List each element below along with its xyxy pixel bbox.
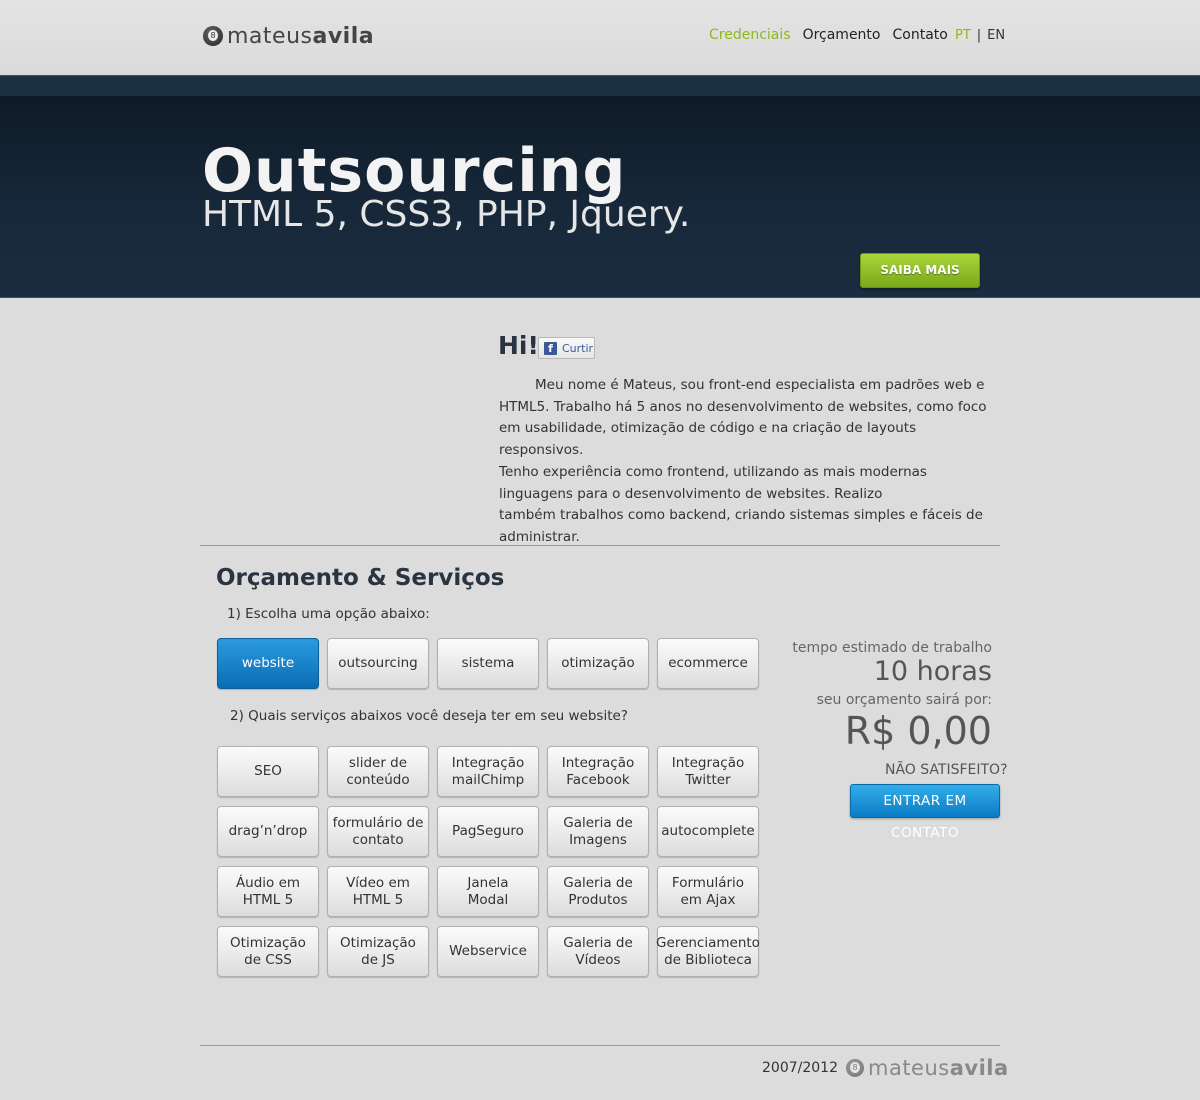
service-item-otimizacao-de-js[interactable]: Otimização de JS: [327, 926, 429, 977]
intro-paragraph-3: também trabalhos como backend, criando s…: [499, 507, 983, 545]
price-label: seu orçamento sairá por:: [816, 692, 992, 708]
estimated-time-label: tempo estimado de trabalho: [792, 640, 992, 656]
footer-divider: [200, 1045, 1000, 1046]
option-otimizacao[interactable]: otimização: [547, 638, 649, 689]
price-value: R$ 0,00: [844, 709, 992, 753]
service-item-integracao-twitter[interactable]: Integração Twitter: [657, 746, 759, 797]
language-switcher: PT | EN: [955, 28, 1005, 43]
facebook-like-button[interactable]: f Curtir: [538, 337, 595, 359]
logo-text-part2: avila: [312, 23, 375, 49]
option-sistema[interactable]: sistema: [437, 638, 539, 689]
like-label: Curtir: [562, 341, 594, 355]
service-item-gerenciamento-de-biblioteca[interactable]: Gerenciamento de Biblioteca: [656, 926, 760, 977]
intro-title: Hi!: [498, 331, 539, 360]
service-item-integracao-mailchimp[interactable]: Integração mailChimp: [437, 746, 539, 797]
service-item-video-em-html-5[interactable]: Vídeo em HTML 5: [327, 866, 429, 917]
service-item-seo[interactable]: SEO: [217, 746, 319, 797]
option-outsourcing[interactable]: outsourcing: [327, 638, 429, 689]
option-ecommerce[interactable]: ecommerce: [657, 638, 759, 689]
service-item-galeria-de-produtos[interactable]: Galeria de Produtos: [547, 866, 649, 917]
service-item-autocomplete[interactable]: autocomplete: [657, 806, 759, 857]
footer-logo-part1: mateus: [868, 1056, 950, 1080]
step-1-label: 1) Escolha uma opção abaixo:: [227, 606, 430, 622]
service-item-audio-em-html-5[interactable]: Áudio em HTML 5: [217, 866, 319, 917]
nav-orcamento[interactable]: Orçamento: [803, 27, 881, 43]
hero-banner: Outsourcing HTML 5, CSS3, PHP, Jquery. S…: [0, 75, 1200, 298]
intro-paragraph-1: Meu nome é Mateus, sou front-end especia…: [499, 377, 987, 459]
main-nav: Credenciais Orçamento Contato: [709, 27, 948, 43]
lang-en[interactable]: EN: [987, 28, 1005, 43]
intro-text: Meu nome é Mateus, sou front-end especia…: [499, 375, 1004, 549]
service-item-formulario-em-ajax[interactable]: Formulário em Ajax: [657, 866, 759, 917]
service-item-galeria-de-imagens[interactable]: Galeria de Imagens: [547, 806, 649, 857]
option-website[interactable]: website: [217, 638, 319, 689]
lang-separator: |: [976, 28, 982, 43]
service-item-pagseguro[interactable]: PagSeguro: [437, 806, 539, 857]
nav-credenciais[interactable]: Credenciais: [709, 27, 791, 43]
service-item-otimizacao-de-css[interactable]: Otimização de CSS: [217, 926, 319, 977]
site-logo[interactable]: mateusavila: [203, 22, 374, 50]
service-item-webservice[interactable]: Webservice: [437, 926, 539, 977]
hero-top-strip: [0, 76, 1200, 96]
section-divider: [200, 545, 1000, 546]
logo-text-part1: mateus: [227, 23, 313, 49]
footer-years: 2007/2012: [762, 1060, 838, 1076]
footer-logo-part2: avila: [949, 1056, 1009, 1080]
eight-ball-icon: [203, 26, 223, 46]
service-item-formulario-de-contato[interactable]: formulário de contato: [327, 806, 429, 857]
saiba-mais-button[interactable]: SAIBA MAIS: [860, 253, 980, 288]
lang-pt[interactable]: PT: [955, 28, 971, 43]
service-item-janela-modal[interactable]: Janela Modal: [437, 866, 539, 917]
nav-contato[interactable]: Contato: [893, 27, 948, 43]
footer-logo[interactable]: mateusavila: [846, 1056, 1009, 1080]
intro-paragraph-2: Tenho experiência como frontend, utiliza…: [499, 463, 927, 502]
contact-button[interactable]: ENTRAR EM CONTATO: [850, 784, 1000, 841]
facebook-icon: f: [544, 341, 557, 355]
service-item-galeria-de-videos[interactable]: Galeria de Vídeos: [547, 926, 649, 977]
hero-subtitle: HTML 5, CSS3, PHP, Jquery.: [202, 194, 691, 235]
service-item-slider-de-conteudo[interactable]: slider de conteúdo: [327, 746, 429, 797]
estimated-time-value: 10 horas: [873, 656, 992, 687]
top-bar: mateusavila Credenciais Orçamento Contat…: [0, 0, 1200, 75]
eight-ball-icon: [846, 1059, 864, 1077]
service-item-integracao-facebook[interactable]: Integração Facebook: [547, 746, 649, 797]
step-2-label: 2) Quais serviços abaixos você deseja te…: [230, 708, 628, 724]
not-satisfied-label: NÃO SATISFEITO?: [885, 762, 1008, 778]
service-item-drag-n-drop[interactable]: drag’n’drop: [217, 806, 319, 857]
services-title: Orçamento & Serviços: [216, 565, 505, 591]
